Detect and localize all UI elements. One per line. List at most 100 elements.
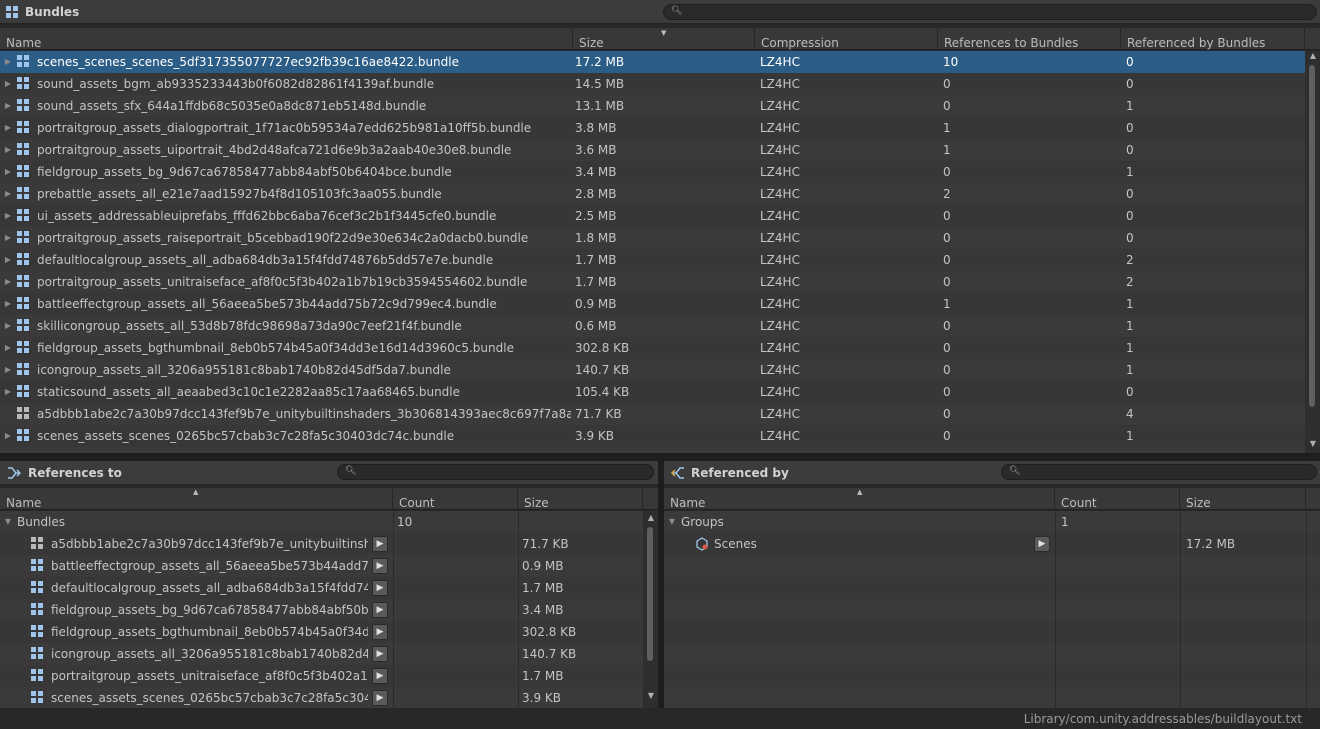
bundles-scroll-thumb[interactable] xyxy=(1309,65,1315,407)
foldout-icon[interactable]: ▶ xyxy=(3,227,13,249)
table-row[interactable]: ▶ fieldgroup_assets_bg_9d67ca67858477abb8… xyxy=(0,161,1305,183)
ping-button[interactable]: ▶ xyxy=(372,580,388,596)
table-row[interactable]: ▶ staticsound_assets_all_aeaabed3c10c1e22… xyxy=(0,381,1305,403)
table-row[interactable]: ▶ battleeffectgroup_assets_all_56aeea5be5… xyxy=(0,293,1305,315)
refs-to-scroll-thumb[interactable] xyxy=(647,527,653,661)
refs-to-scrollbar[interactable]: ▲ ▼ xyxy=(643,511,658,708)
bundle-icon xyxy=(17,55,29,67)
ping-button[interactable]: ▶ xyxy=(372,668,388,684)
col-name[interactable]: Name xyxy=(0,28,573,50)
group-row[interactable]: ▼ Bundles 10 xyxy=(0,511,643,533)
bundle-compression: LZ4HC xyxy=(760,341,800,355)
bundle-compression: LZ4HC xyxy=(760,407,800,421)
bundle-size: 3.4 MB xyxy=(575,165,617,179)
list-item[interactable]: fieldgroup_assets_bgthumbnail_8eb0b574b4… xyxy=(0,621,643,643)
scroll-down-icon[interactable]: ▼ xyxy=(645,691,657,700)
table-row[interactable]: ▶ prebattle_assets_all_e21e7aad15927b4f8d… xyxy=(0,183,1305,205)
column-divider xyxy=(393,511,394,708)
table-row[interactable]: ▶ skillicongroup_assets_all_53d8b78fdc986… xyxy=(0,315,1305,337)
bundle-icon xyxy=(17,275,29,287)
bundles-search-input[interactable]: 🔍︎ xyxy=(663,4,1317,20)
foldout-icon[interactable]: ▶ xyxy=(3,271,13,293)
foldout-icon[interactable]: ▶ xyxy=(3,425,13,447)
foldout-icon[interactable]: ▶ xyxy=(3,293,13,315)
bundle-refs-to: 0 xyxy=(943,99,951,113)
foldout-icon[interactable]: ▶ xyxy=(3,381,13,403)
reference-size: 71.7 KB xyxy=(522,537,569,551)
table-row[interactable]: ▶ icongroup_assets_all_3206a955181c8bab17… xyxy=(0,359,1305,381)
refs-to-search-input[interactable]: 🔍︎ xyxy=(337,464,654,480)
bundle-name: fieldgroup_assets_bgthumbnail_8eb0b574b4… xyxy=(37,341,514,355)
list-item[interactable]: battleeffectgroup_assets_all_56aeea5be57… xyxy=(0,555,643,577)
list-item[interactable]: a5dbbb1abe2c7a30b97dcc143fef9b7e_unitybu… xyxy=(0,533,643,555)
bundle-refs-to: 0 xyxy=(943,209,951,223)
scroll-up-icon[interactable]: ▲ xyxy=(645,513,657,522)
ping-button[interactable]: ▶ xyxy=(372,536,388,552)
foldout-icon[interactable]: ▶ xyxy=(3,51,13,73)
table-row[interactable]: ▶ fieldgroup_assets_bgthumbnail_8eb0b574b… xyxy=(0,337,1305,359)
list-item[interactable]: portraitgroup_assets_unitraiseface_af8f0… xyxy=(0,665,643,687)
table-row[interactable]: ▶ scenes_scenes_scenes_5df317355077727ec9… xyxy=(0,51,1305,73)
table-row[interactable]: Scenes ▶ 17.2 MB xyxy=(664,533,1320,555)
ping-button[interactable]: ▶ xyxy=(372,602,388,618)
ping-button[interactable]: ▶ xyxy=(372,558,388,574)
foldout-icon[interactable]: ▶ xyxy=(3,161,13,183)
bundle-refs-by: 0 xyxy=(1126,77,1134,91)
foldout-icon[interactable]: ▶ xyxy=(3,315,13,337)
bundle-refs-by: 2 xyxy=(1126,253,1134,267)
table-row[interactable]: ▶ sound_assets_sfx_644a1ffdb68c5035e0a8dc… xyxy=(0,95,1305,117)
table-row[interactable]: a5dbbb1abe2c7a30b97dcc143fef9b7e_unitybu… xyxy=(0,403,1305,425)
bundle-size: 17.2 MB xyxy=(575,55,625,69)
foldout-icon[interactable]: ▶ xyxy=(3,249,13,271)
table-row[interactable]: ▶ defaultlocalgroup_assets_all_adba684db3… xyxy=(0,249,1305,271)
bundle-refs-to: 1 xyxy=(943,143,951,157)
bundle-compression: LZ4HC xyxy=(760,297,800,311)
ping-button[interactable]: ▶ xyxy=(372,646,388,662)
col-refs-to[interactable]: References to Bundles xyxy=(938,28,1121,50)
scroll-down-icon[interactable]: ▼ xyxy=(1307,439,1319,448)
col-size[interactable]: Size xyxy=(518,488,643,510)
table-row[interactable]: ▶ ui_assets_addressableuiprefabs_fffd62bb… xyxy=(0,205,1305,227)
foldout-icon[interactable]: ▶ xyxy=(3,95,13,117)
table-row[interactable]: ▶ scenes_assets_scenes_0265bc57cbab3c7c28… xyxy=(0,425,1305,447)
bundle-icon xyxy=(17,429,29,441)
table-row[interactable]: ▶ portraitgroup_assets_uiportrait_4bd2d48… xyxy=(0,139,1305,161)
ping-button[interactable]: ▶ xyxy=(1034,536,1050,552)
refs-by-search-input[interactable]: 🔍︎ xyxy=(1001,464,1317,480)
list-item[interactable]: icongroup_assets_all_3206a955181c8bab174… xyxy=(0,643,643,665)
col-count[interactable]: Count xyxy=(1055,488,1180,510)
bundle-refs-by: 1 xyxy=(1126,319,1134,333)
col-refs-by[interactable]: Referenced by Bundles xyxy=(1121,28,1305,50)
foldout-icon[interactable]: ▶ xyxy=(3,117,13,139)
foldout-icon[interactable]: ▶ xyxy=(3,73,13,95)
bundles-scrollbar[interactable]: ▲ ▼ xyxy=(1305,51,1320,453)
list-item[interactable]: scenes_assets_scenes_0265bc57cbab3c7c28f… xyxy=(0,687,643,708)
reference-name: defaultlocalgroup_assets_all_adba684db3a… xyxy=(51,581,368,595)
foldout-icon[interactable]: ▶ xyxy=(3,205,13,227)
bundle-name: battleeffectgroup_assets_all_56aeea5be57… xyxy=(37,297,497,311)
bundle-size: 3.8 MB xyxy=(575,121,617,135)
list-item[interactable]: defaultlocalgroup_assets_all_adba684db3a… xyxy=(0,577,643,599)
ping-button[interactable]: ▶ xyxy=(372,690,388,706)
foldout-icon[interactable]: ▶ xyxy=(3,359,13,381)
table-row[interactable]: ▼ Groups 1 xyxy=(664,511,1320,533)
table-row[interactable]: ▶ portraitgroup_assets_unitraiseface_af8f… xyxy=(0,271,1305,293)
bundle-refs-by: 1 xyxy=(1126,341,1134,355)
foldout-icon[interactable]: ▶ xyxy=(3,183,13,205)
ping-button[interactable]: ▶ xyxy=(372,624,388,640)
col-size[interactable]: Size xyxy=(1180,488,1306,510)
foldout-icon[interactable]: ▶ xyxy=(3,139,13,161)
bundle-compression: LZ4HC xyxy=(760,385,800,399)
bundle-compression: LZ4HC xyxy=(760,319,800,333)
scroll-up-icon[interactable]: ▲ xyxy=(1307,51,1319,60)
horizontal-splitter[interactable] xyxy=(0,453,1320,461)
col-compression[interactable]: Compression xyxy=(755,28,938,50)
col-count[interactable]: Count xyxy=(393,488,518,510)
foldout-icon[interactable]: ▶ xyxy=(3,337,13,359)
table-row[interactable]: ▶ portraitgroup_assets_raiseportrait_b5ce… xyxy=(0,227,1305,249)
table-row[interactable]: ▶ sound_assets_bgm_ab9335233443b0f6082d82… xyxy=(0,73,1305,95)
bundle-refs-to: 0 xyxy=(943,253,951,267)
list-item[interactable]: fieldgroup_assets_bg_9d67ca67858477abb84… xyxy=(0,599,643,621)
sort-asc-icon: ▲ xyxy=(857,488,863,496)
table-row[interactable]: ▶ portraitgroup_assets_dialogportrait_1f7… xyxy=(0,117,1305,139)
